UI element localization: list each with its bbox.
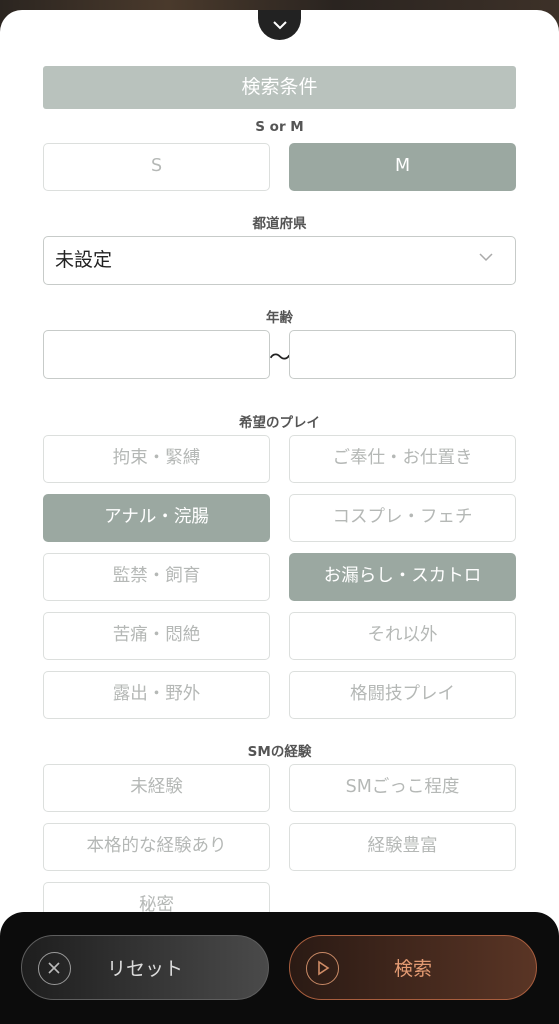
chevron-down-icon	[272, 21, 287, 30]
play-option[interactable]: アナル・浣腸	[43, 494, 270, 542]
play-option[interactable]: コスプレ・フェチ	[289, 494, 516, 542]
section-label-age: 年齢	[266, 310, 293, 326]
reset-button[interactable]: リセット	[21, 935, 269, 1000]
experience-option[interactable]: 未経験	[43, 764, 270, 812]
play-option[interactable]: 露出・野外	[43, 671, 270, 719]
footer-action-bar: リセット 検索	[0, 912, 559, 1024]
play-option[interactable]: 拘束・緊縛	[43, 435, 270, 483]
age-max-input[interactable]	[289, 330, 516, 379]
chevron-down-icon	[479, 253, 493, 262]
play-option[interactable]: 苦痛・悶絶	[43, 612, 270, 660]
option-s[interactable]: S	[43, 143, 270, 191]
page-title: 検索条件	[43, 66, 516, 109]
age-min-input[interactable]	[43, 330, 270, 379]
search-button[interactable]: 検索	[289, 935, 537, 1000]
age-range-separator: 〜	[269, 346, 292, 371]
experience-option[interactable]: 本格的な経験あり	[43, 823, 270, 871]
search-sheet: 検索条件 S or M S M 都道府県 未設定 年齢 〜 希望のプレイ 拘束・…	[0, 10, 559, 1024]
experience-option[interactable]: SMごっこ程度	[289, 764, 516, 812]
prefecture-value: 未設定	[55, 249, 113, 271]
option-m[interactable]: M	[289, 143, 516, 191]
prefecture-select[interactable]: 未設定	[43, 236, 516, 285]
section-label-experience: SMの経験	[247, 744, 312, 760]
play-option[interactable]: 格闘技プレイ	[289, 671, 516, 719]
play-option[interactable]: ご奉仕・お仕置き	[289, 435, 516, 483]
collapse-button[interactable]	[258, 10, 301, 40]
section-label-play: 希望のプレイ	[239, 415, 320, 431]
play-option[interactable]: 監禁・飼育	[43, 553, 270, 601]
section-label-s-or-m: S or M	[255, 119, 304, 135]
play-circle-icon	[306, 952, 339, 985]
close-circle-icon	[38, 952, 71, 985]
play-option[interactable]: お漏らし・スカトロ	[289, 553, 516, 601]
play-option[interactable]: それ以外	[289, 612, 516, 660]
experience-option[interactable]: 経験豊富	[289, 823, 516, 871]
section-label-prefecture: 都道府県	[252, 216, 307, 232]
